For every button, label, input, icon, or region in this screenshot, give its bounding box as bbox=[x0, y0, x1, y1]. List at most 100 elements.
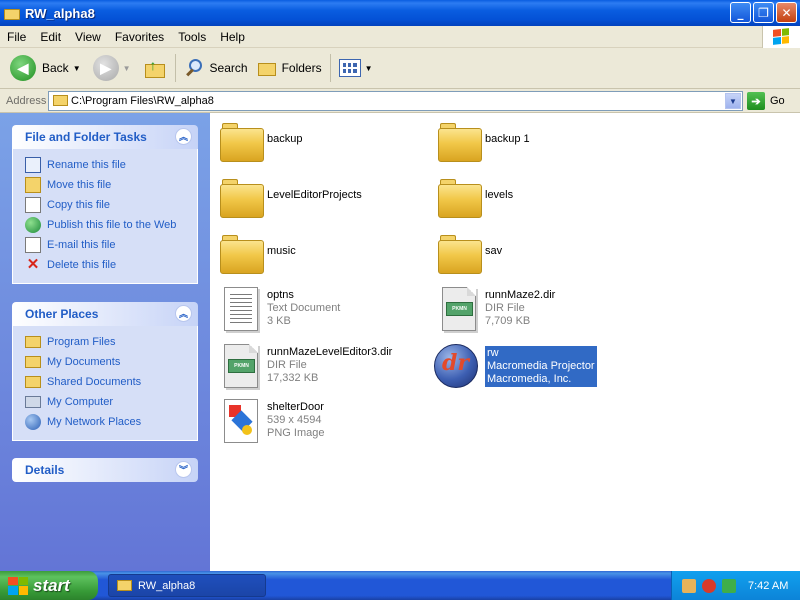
file-item[interactable]: sav bbox=[432, 230, 632, 280]
chevron-down-icon[interactable]: ▼ bbox=[73, 64, 81, 73]
file-item[interactable]: levels bbox=[432, 174, 632, 224]
menu-edit[interactable]: Edit bbox=[33, 30, 68, 44]
chevron-down-icon[interactable]: ▼ bbox=[725, 93, 741, 109]
chevron-down-icon[interactable]: ▼ bbox=[123, 64, 131, 73]
system-tray: 7:42 AM bbox=[671, 571, 800, 600]
network-icon bbox=[25, 414, 41, 430]
move-file-link[interactable]: Move this file bbox=[25, 175, 197, 195]
my-documents-icon bbox=[25, 356, 41, 368]
collapse-icon[interactable]: ︽ bbox=[175, 305, 192, 322]
folders-button[interactable]: Folders bbox=[252, 52, 326, 84]
dir-file-icon: PKMN bbox=[432, 285, 480, 333]
address-input[interactable]: C:\Program Files\RW_alpha8 ▼ bbox=[48, 91, 743, 111]
menu-view[interactable]: View bbox=[68, 30, 108, 44]
collapse-icon[interactable]: ︽ bbox=[175, 128, 192, 145]
place-my-network[interactable]: My Network Places bbox=[25, 412, 197, 432]
move-icon bbox=[25, 177, 41, 193]
task-pane: File and Folder Tasks ︽ Rename this file… bbox=[0, 113, 210, 571]
file-name: levels bbox=[485, 189, 514, 201]
start-button[interactable]: start bbox=[0, 571, 98, 600]
folders-label: Folders bbox=[281, 61, 322, 75]
toolbar-separator bbox=[174, 54, 176, 82]
title-bar[interactable]: RW_alpha8 _ ❐ ✕ bbox=[0, 0, 800, 26]
file-item[interactable]: shelterDoor 539 x 4594 PNG Image bbox=[214, 397, 414, 447]
file-name: sav bbox=[485, 245, 503, 257]
folder-icon bbox=[4, 7, 20, 20]
up-folder-button[interactable]: ↑ bbox=[139, 52, 171, 84]
menu-file[interactable]: File bbox=[0, 30, 33, 44]
file-size: 7,709 KB bbox=[485, 315, 531, 327]
other-places-panel: Other Places ︽ Program Files My Document… bbox=[12, 302, 198, 441]
copy-file-link[interactable]: Copy this file bbox=[25, 195, 197, 215]
file-type: Macromedia Projector bbox=[487, 360, 595, 372]
file-item[interactable]: music bbox=[214, 230, 414, 280]
task-label: E-mail this file bbox=[47, 239, 116, 251]
folder-icon bbox=[117, 580, 132, 591]
folder-icon bbox=[432, 118, 482, 166]
panel-header[interactable]: File and Folder Tasks ︽ bbox=[12, 125, 198, 149]
views-button[interactable]: ▼ bbox=[335, 52, 381, 84]
search-button[interactable]: Search bbox=[180, 52, 252, 84]
tray-app-icon[interactable] bbox=[722, 578, 736, 593]
forward-button[interactable]: ▶ ▼ bbox=[89, 52, 139, 84]
file-item[interactable]: PKMN runnMazeLevelEditor3.dir DIR File 1… bbox=[214, 342, 414, 392]
folder-icon bbox=[214, 118, 264, 166]
go-button[interactable]: ➔ Go bbox=[747, 92, 785, 110]
network-tray-icon[interactable] bbox=[682, 578, 696, 593]
delete-file-link[interactable]: ✕ Delete this file bbox=[25, 255, 197, 275]
toolbar-separator bbox=[329, 54, 331, 82]
file-type: DIR File bbox=[485, 302, 525, 314]
back-button[interactable]: ◀ Back ▼ bbox=[6, 52, 89, 84]
file-item[interactable]: optns Text Document 3 KB bbox=[214, 285, 414, 335]
file-name: runnMaze2.dir bbox=[485, 289, 556, 301]
email-file-link[interactable]: E-mail this file bbox=[25, 235, 197, 255]
details-panel: Details ︾ bbox=[12, 458, 198, 482]
place-label: My Documents bbox=[47, 356, 121, 368]
place-my-computer[interactable]: My Computer bbox=[25, 392, 197, 412]
place-my-documents[interactable]: My Documents bbox=[25, 352, 197, 372]
file-name: rw bbox=[487, 347, 499, 359]
clock[interactable]: 7:42 AM bbox=[748, 580, 788, 592]
file-folder-tasks-panel: File and Folder Tasks ︽ Rename this file… bbox=[12, 125, 198, 284]
address-bar: Address C:\Program Files\RW_alpha8 ▼ ➔ G… bbox=[0, 89, 800, 113]
place-shared-documents[interactable]: Shared Documents bbox=[25, 372, 197, 392]
file-name: backup 1 bbox=[485, 133, 530, 145]
expand-icon[interactable]: ︾ bbox=[175, 461, 192, 478]
menu-favorites[interactable]: Favorites bbox=[108, 30, 171, 44]
file-name: LevelEditorProjects bbox=[267, 189, 362, 201]
search-icon bbox=[184, 57, 206, 79]
go-arrow-icon: ➔ bbox=[747, 92, 765, 110]
publish-file-link[interactable]: Publish this file to the Web bbox=[25, 215, 197, 235]
folder-icon bbox=[25, 336, 41, 348]
folders-icon bbox=[256, 57, 278, 79]
maximize-button[interactable]: ❐ bbox=[753, 2, 774, 23]
back-arrow-icon: ◀ bbox=[10, 55, 36, 81]
file-size: PNG Image bbox=[267, 427, 325, 439]
windows-flag-icon bbox=[8, 576, 28, 595]
file-item[interactable]: backup 1 bbox=[432, 118, 632, 168]
back-label: Back bbox=[42, 61, 69, 75]
file-item[interactable]: backup bbox=[214, 118, 414, 168]
panel-title: Details bbox=[25, 463, 65, 477]
place-program-files[interactable]: Program Files bbox=[25, 332, 197, 352]
file-item-selected[interactable]: dr rw Macromedia Projector Macromedia, I… bbox=[432, 342, 632, 392]
taskbar-window-button[interactable]: RW_alpha8 bbox=[108, 574, 266, 597]
menu-help[interactable]: Help bbox=[213, 30, 252, 44]
macromedia-director-icon: dr bbox=[432, 342, 480, 390]
rename-file-link[interactable]: Rename this file bbox=[25, 155, 197, 175]
close-button[interactable]: ✕ bbox=[776, 2, 797, 23]
menu-tools[interactable]: Tools bbox=[171, 30, 213, 44]
file-item[interactable]: PKMN runnMaze2.dir DIR File 7,709 KB bbox=[432, 285, 632, 335]
panel-header[interactable]: Other Places ︽ bbox=[12, 302, 198, 326]
file-name: music bbox=[267, 245, 296, 257]
minimize-button[interactable]: _ bbox=[730, 2, 751, 23]
security-shield-icon[interactable] bbox=[702, 578, 716, 593]
place-label: My Computer bbox=[47, 396, 114, 408]
file-item[interactable]: LevelEditorProjects bbox=[214, 174, 414, 224]
panel-header[interactable]: Details ︾ bbox=[12, 458, 198, 482]
menu-bar: File Edit View Favorites Tools Help bbox=[0, 26, 800, 48]
computer-icon bbox=[25, 396, 41, 408]
delete-icon: ✕ bbox=[26, 256, 40, 273]
chevron-down-icon[interactable]: ▼ bbox=[365, 64, 373, 73]
email-icon bbox=[25, 237, 41, 253]
